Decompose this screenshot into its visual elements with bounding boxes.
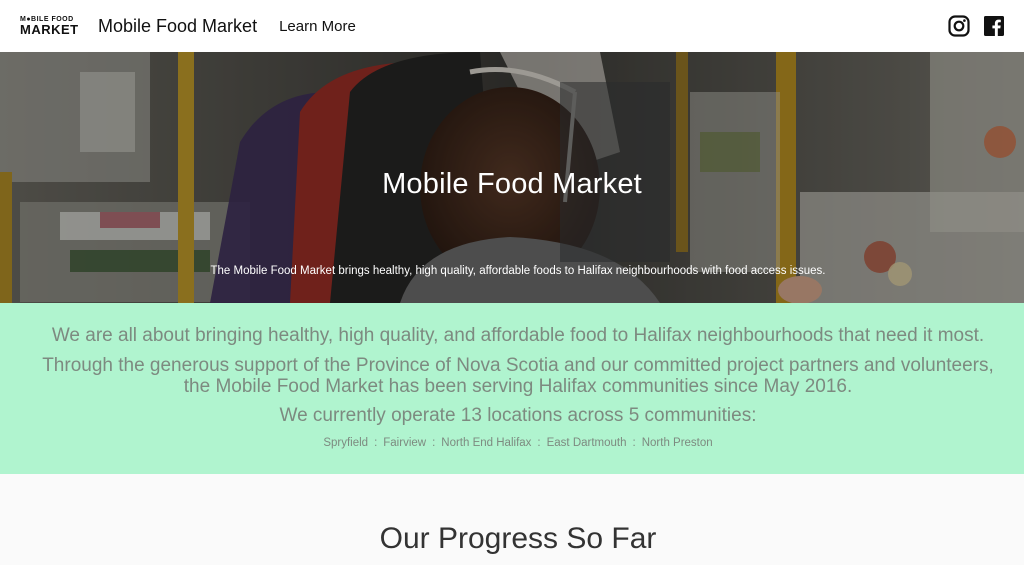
community-separator: : (374, 437, 378, 449)
social-links (948, 15, 1004, 37)
community-list: Spryfield: Fairview: North End Halifax: Eas… (0, 437, 1024, 449)
community-item: North End Halifax (441, 437, 532, 449)
facebook-icon[interactable] (984, 16, 1004, 36)
hero-banner: Mobile Food Market The Mobile Food Marke… (0, 52, 1024, 303)
mission-section: We are all about bringing healthy, high … (0, 303, 1024, 474)
top-nav: M●BILE FOOD MARKET Mobile Food Market Le… (0, 0, 1024, 52)
support-line-2: the Mobile Food Market has been serving … (183, 376, 853, 397)
logo-bottom-text: MARKET (20, 22, 79, 37)
hero-subtitle: The Mobile Food Market brings healthy, h… (210, 265, 826, 277)
support-line-1: Through the generous support of the Prov… (42, 355, 994, 376)
community-separator: : (432, 437, 436, 449)
progress-section: Our Progress So Far (0, 474, 1024, 565)
instagram-icon[interactable] (948, 15, 970, 37)
support-statement: Through the generous support of the Prov… (0, 355, 1024, 397)
hero-title: Mobile Food Market (382, 168, 642, 200)
community-separator: : (632, 437, 636, 449)
community-item: Fairview (383, 437, 427, 449)
community-item: Spryfield (323, 437, 369, 449)
site-logo[interactable]: M●BILE FOOD MARKET (20, 15, 82, 37)
locations-statement: We currently operate 13 locations across… (279, 405, 757, 426)
progress-heading: Our Progress So Far (379, 522, 657, 555)
site-title[interactable]: Mobile Food Market (98, 16, 257, 37)
mission-statement: We are all about bringing healthy, high … (51, 325, 985, 346)
community-item: North Preston (641, 437, 713, 449)
learn-more-link[interactable]: Learn More (279, 18, 356, 35)
community-item: East Dartmouth (546, 437, 627, 449)
community-separator: : (537, 437, 541, 449)
